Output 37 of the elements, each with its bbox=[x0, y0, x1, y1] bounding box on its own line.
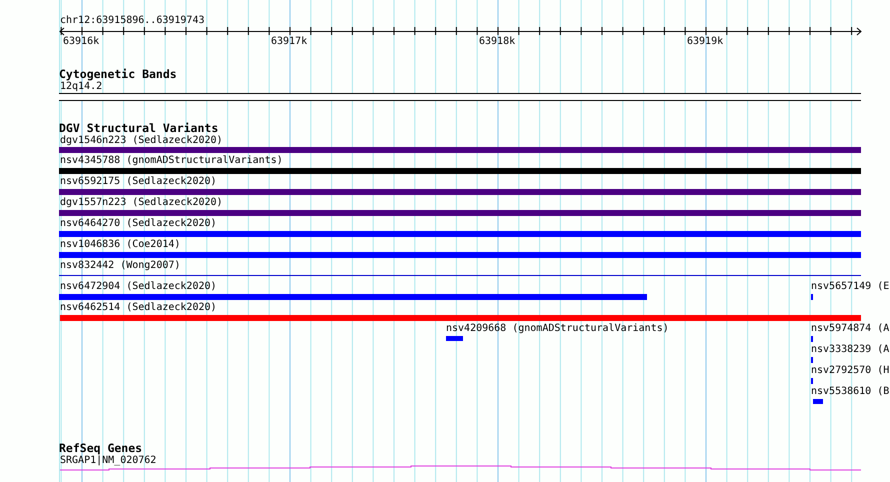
track-title: DGV Structural Variants bbox=[59, 122, 218, 134]
locus-label: chr12:63915896..63919743 bbox=[60, 15, 204, 26]
track-title: Cytogenetic Bands bbox=[59, 68, 177, 80]
ruler-tick-label: 63919k bbox=[687, 36, 724, 47]
variant-bar[interactable] bbox=[59, 189, 861, 195]
variant-label: dgv1546n223 (Sedlazeck2020) bbox=[60, 135, 223, 146]
variant-bar[interactable] bbox=[59, 168, 861, 174]
variant-bar[interactable] bbox=[60, 315, 861, 321]
variant-label: nsv3338239 (A bbox=[811, 344, 890, 355]
ruler-tick-label: 63916k bbox=[63, 36, 100, 47]
variant-label: nsv4209668 (gnomADStructuralVariants) bbox=[446, 323, 669, 334]
ruler-tick-label: 63918k bbox=[479, 36, 516, 47]
feature-label: SRGAP1|NM_020762 bbox=[60, 455, 156, 466]
variant-label: nsv2792570 (H bbox=[811, 365, 890, 376]
feature-label: 12q14.2 bbox=[60, 81, 102, 92]
variant-line[interactable] bbox=[59, 275, 861, 276]
variant-label: nsv832442 (Wong2007) bbox=[60, 260, 180, 271]
variant-label: nsv1046836 (Coe2014) bbox=[60, 239, 180, 250]
variant-bar[interactable] bbox=[59, 231, 861, 237]
variant-bar[interactable] bbox=[59, 294, 647, 300]
variant-label: nsv6592175 (Sedlazeck2020) bbox=[60, 176, 217, 187]
variant-label: dgv1557n223 (Sedlazeck2020) bbox=[60, 197, 223, 208]
variant-bar[interactable] bbox=[59, 210, 861, 216]
variant-label: nsv6462514 (Sedlazeck2020) bbox=[60, 302, 217, 313]
variant-bar[interactable] bbox=[59, 147, 861, 153]
variant-label: nsv5657149 (E bbox=[811, 281, 890, 292]
ruler-tick-label: 63917k bbox=[271, 36, 308, 47]
variant-label: nsv6472904 (Sedlazeck2020) bbox=[60, 281, 217, 292]
variant-bar[interactable] bbox=[813, 399, 823, 404]
variant-label: nsv5538610 (B bbox=[811, 386, 890, 397]
track-title: RefSeq Genes bbox=[59, 442, 142, 454]
variant-bar[interactable] bbox=[59, 252, 861, 258]
variant-label: nsv6464270 (Sedlazeck2020) bbox=[60, 218, 217, 229]
variant-label: nsv4345788 (gnomADStructuralVariants) bbox=[60, 155, 283, 166]
gene-model-drawing[interactable] bbox=[60, 465, 861, 471]
variant-bar[interactable] bbox=[446, 336, 463, 341]
variant-label: nsv5974874 (A bbox=[811, 323, 890, 334]
